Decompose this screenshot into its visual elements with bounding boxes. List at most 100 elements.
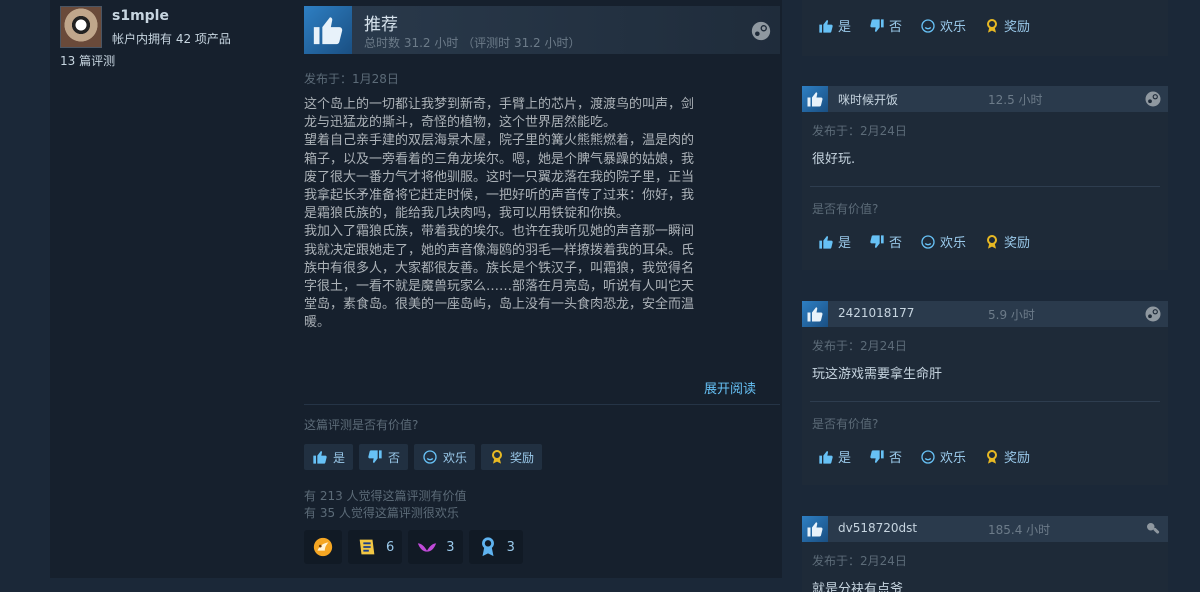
username[interactable]: s1mple: [112, 8, 169, 24]
vote-no-button[interactable]: 否: [869, 16, 902, 35]
thumbs-up-icon: [818, 234, 834, 250]
side-review-card: 2421018177 5.9 小时 发布于：2月24日 玩这游戏需要拿生命肝 是…: [802, 301, 1168, 485]
side-review-card: dv518720dst 185.4 小时 发布于：2月24日 就是分袂有点爷: [802, 516, 1168, 592]
review-count[interactable]: 13 篇评测: [60, 52, 115, 69]
side-review-card: 咪时候开饭 12.5 小时 发布于：2月24日 很好玩. 是否有价值? 是 否 …: [802, 86, 1168, 270]
award-item[interactable]: 3: [408, 530, 463, 564]
helpful-count: 有 213 人觉得这篇评测有价值: [304, 489, 467, 503]
vote-funny-button[interactable]: 欢乐: [414, 444, 476, 470]
awards-list: 6 3 3: [304, 530, 523, 564]
vote-no-button[interactable]: 否: [869, 232, 902, 251]
award-count: 6: [386, 539, 395, 555]
vote-yes-button[interactable]: 是: [818, 232, 851, 251]
divider: [304, 404, 780, 405]
review-line: 废了很大一番力气才将他驯服。这时一只翼龙落在我的院子里，正当: [304, 169, 695, 185]
vote-funny-label: 欢乐: [940, 236, 967, 251]
review-line: 是霜狼氏族的，能给我几块肉吗，我可以用铁锭和你换。: [304, 206, 630, 222]
vote-no-label: 否: [388, 450, 401, 465]
award-button[interactable]: 奖励: [481, 444, 543, 470]
vote-buttons: 是 否 欢乐 奖励: [304, 444, 543, 470]
side-vote-row: 是 否 欢乐 奖励: [818, 16, 1030, 35]
vote-funny-button[interactable]: 欢乐: [920, 447, 966, 466]
posted-date: 发布于：2月24日: [812, 124, 907, 138]
review-line: 箱子，以及一旁看着的三角龙埃尔。嗯，她是个脾气暴躁的姑娘，我: [304, 151, 695, 167]
smile-icon: [920, 449, 936, 465]
playtime-hours: 185.4 小时: [988, 523, 1051, 537]
side-vote-row: 是 否 欢乐 奖励: [818, 232, 1030, 251]
posted-date: 发布于：2月24日: [812, 339, 907, 353]
reviewer-info: s1mple 帐户内拥有 42 项产品 13 篇评测: [58, 4, 288, 74]
award-count: 3: [506, 539, 515, 555]
award-count: 3: [446, 539, 455, 555]
vote-yes-button[interactable]: 是: [818, 447, 851, 466]
smile-icon: [920, 234, 936, 250]
posted-date: 发布于：1月28日: [304, 72, 399, 86]
thumbs-up-icon: [802, 86, 828, 112]
review-line: 我加入了霜狼氏族，带着我的埃尔。也许在我听见她的声音那一瞬间: [304, 224, 695, 240]
smile-icon: [422, 449, 438, 465]
vote-funny-label: 欢乐: [443, 450, 468, 465]
award-icon: [489, 449, 505, 465]
trophy-scroll-icon: [359, 539, 375, 555]
vote-funny-button[interactable]: 欢乐: [920, 16, 966, 35]
gamepad-icon: [1144, 520, 1162, 542]
purple-wings-icon: [418, 543, 437, 552]
vote-yes-button[interactable]: 是: [304, 444, 354, 470]
award-button[interactable]: 奖励: [984, 16, 1030, 35]
award-item[interactable]: [304, 530, 342, 564]
reviewer-name[interactable]: dv518720dst: [838, 521, 917, 535]
award-label: 奖励: [1004, 20, 1031, 35]
award-item[interactable]: 6: [348, 530, 403, 564]
review-line: 望着自己亲手建的双层海景木屋，院子里的篝火熊熊燃着，温是肉的: [304, 133, 695, 149]
award-button[interactable]: 奖励: [984, 447, 1030, 466]
thumbs-down-icon: [367, 449, 383, 465]
expand-review-link[interactable]: 展开阅读: [704, 378, 756, 397]
thumbs-up-icon: [818, 18, 834, 34]
helpful-stats: 有 213 人觉得这篇评测有价值 有 35 人觉得这篇评测很欢乐: [304, 488, 467, 522]
steam-icon: [1144, 305, 1162, 327]
award-label: 奖励: [1004, 451, 1031, 466]
award-icon: [984, 234, 1000, 250]
review-line: 我就决定跟她走了，她的声音像海鸥的羽毛一样撩拨着我的耳朵。氏: [304, 242, 695, 258]
thumbs-up-icon: [312, 449, 328, 465]
reviewer-name[interactable]: 咪时候开饭: [838, 91, 898, 108]
helpful-question: 是否有价值?: [812, 417, 879, 431]
review-header: 推荐 总时数 31.2 小时 （评测时 31.2 小时）: [304, 6, 780, 54]
divider: [810, 401, 1160, 402]
golden-unicorn-icon: [313, 537, 333, 557]
vote-no-label: 否: [889, 451, 903, 466]
award-item[interactable]: 3: [468, 530, 523, 564]
helpful-question: 这篇评测是否有价值?: [304, 418, 419, 432]
reviewer-name[interactable]: 2421018177: [838, 306, 914, 320]
award-icon: [984, 18, 1000, 34]
vote-yes-label: 是: [838, 451, 852, 466]
thumbs-down-icon: [869, 234, 885, 250]
vote-no-label: 否: [889, 20, 903, 35]
award-label: 奖励: [1004, 236, 1031, 251]
review-line: 龙与迅猛龙的撕斗，奇怪的植物，这个世界居然能吃。: [304, 115, 617, 131]
vote-yes-label: 是: [838, 20, 852, 35]
playtime-hours: 总时数 31.2 小时 （评测时 31.2 小时）: [364, 36, 581, 50]
vote-yes-button[interactable]: 是: [818, 16, 851, 35]
vote-funny-label: 欢乐: [940, 451, 967, 466]
posted-date: 发布于：2月24日: [812, 554, 907, 568]
owned-products[interactable]: 帐户内拥有 42 项产品: [112, 30, 231, 47]
text-fade-overlay: [300, 320, 776, 370]
vote-no-label: 否: [889, 236, 903, 251]
recommendation-title[interactable]: 推荐: [364, 10, 398, 35]
vote-funny-button[interactable]: 欢乐: [920, 232, 966, 251]
side-review-header: 2421018177 5.9 小时: [802, 301, 1168, 327]
smile-icon: [920, 18, 936, 34]
award-icon: [984, 449, 1000, 465]
thumbs-up-icon: [802, 516, 828, 542]
divider: [810, 186, 1160, 187]
vote-no-button[interactable]: 否: [869, 447, 902, 466]
review-line: 字很土，一看不就是魔兽玩家么……部落在月亮岛，听说有人叫它天: [304, 279, 695, 295]
thumbs-up-icon: [818, 449, 834, 465]
review-text: 玩这游戏需要拿生命肝: [812, 367, 943, 382]
avatar[interactable]: [60, 6, 102, 48]
vote-no-button[interactable]: 否: [359, 444, 409, 470]
award-button[interactable]: 奖励: [984, 232, 1030, 251]
vote-yes-label: 是: [333, 450, 346, 465]
thumbs-up-icon: [304, 6, 352, 54]
